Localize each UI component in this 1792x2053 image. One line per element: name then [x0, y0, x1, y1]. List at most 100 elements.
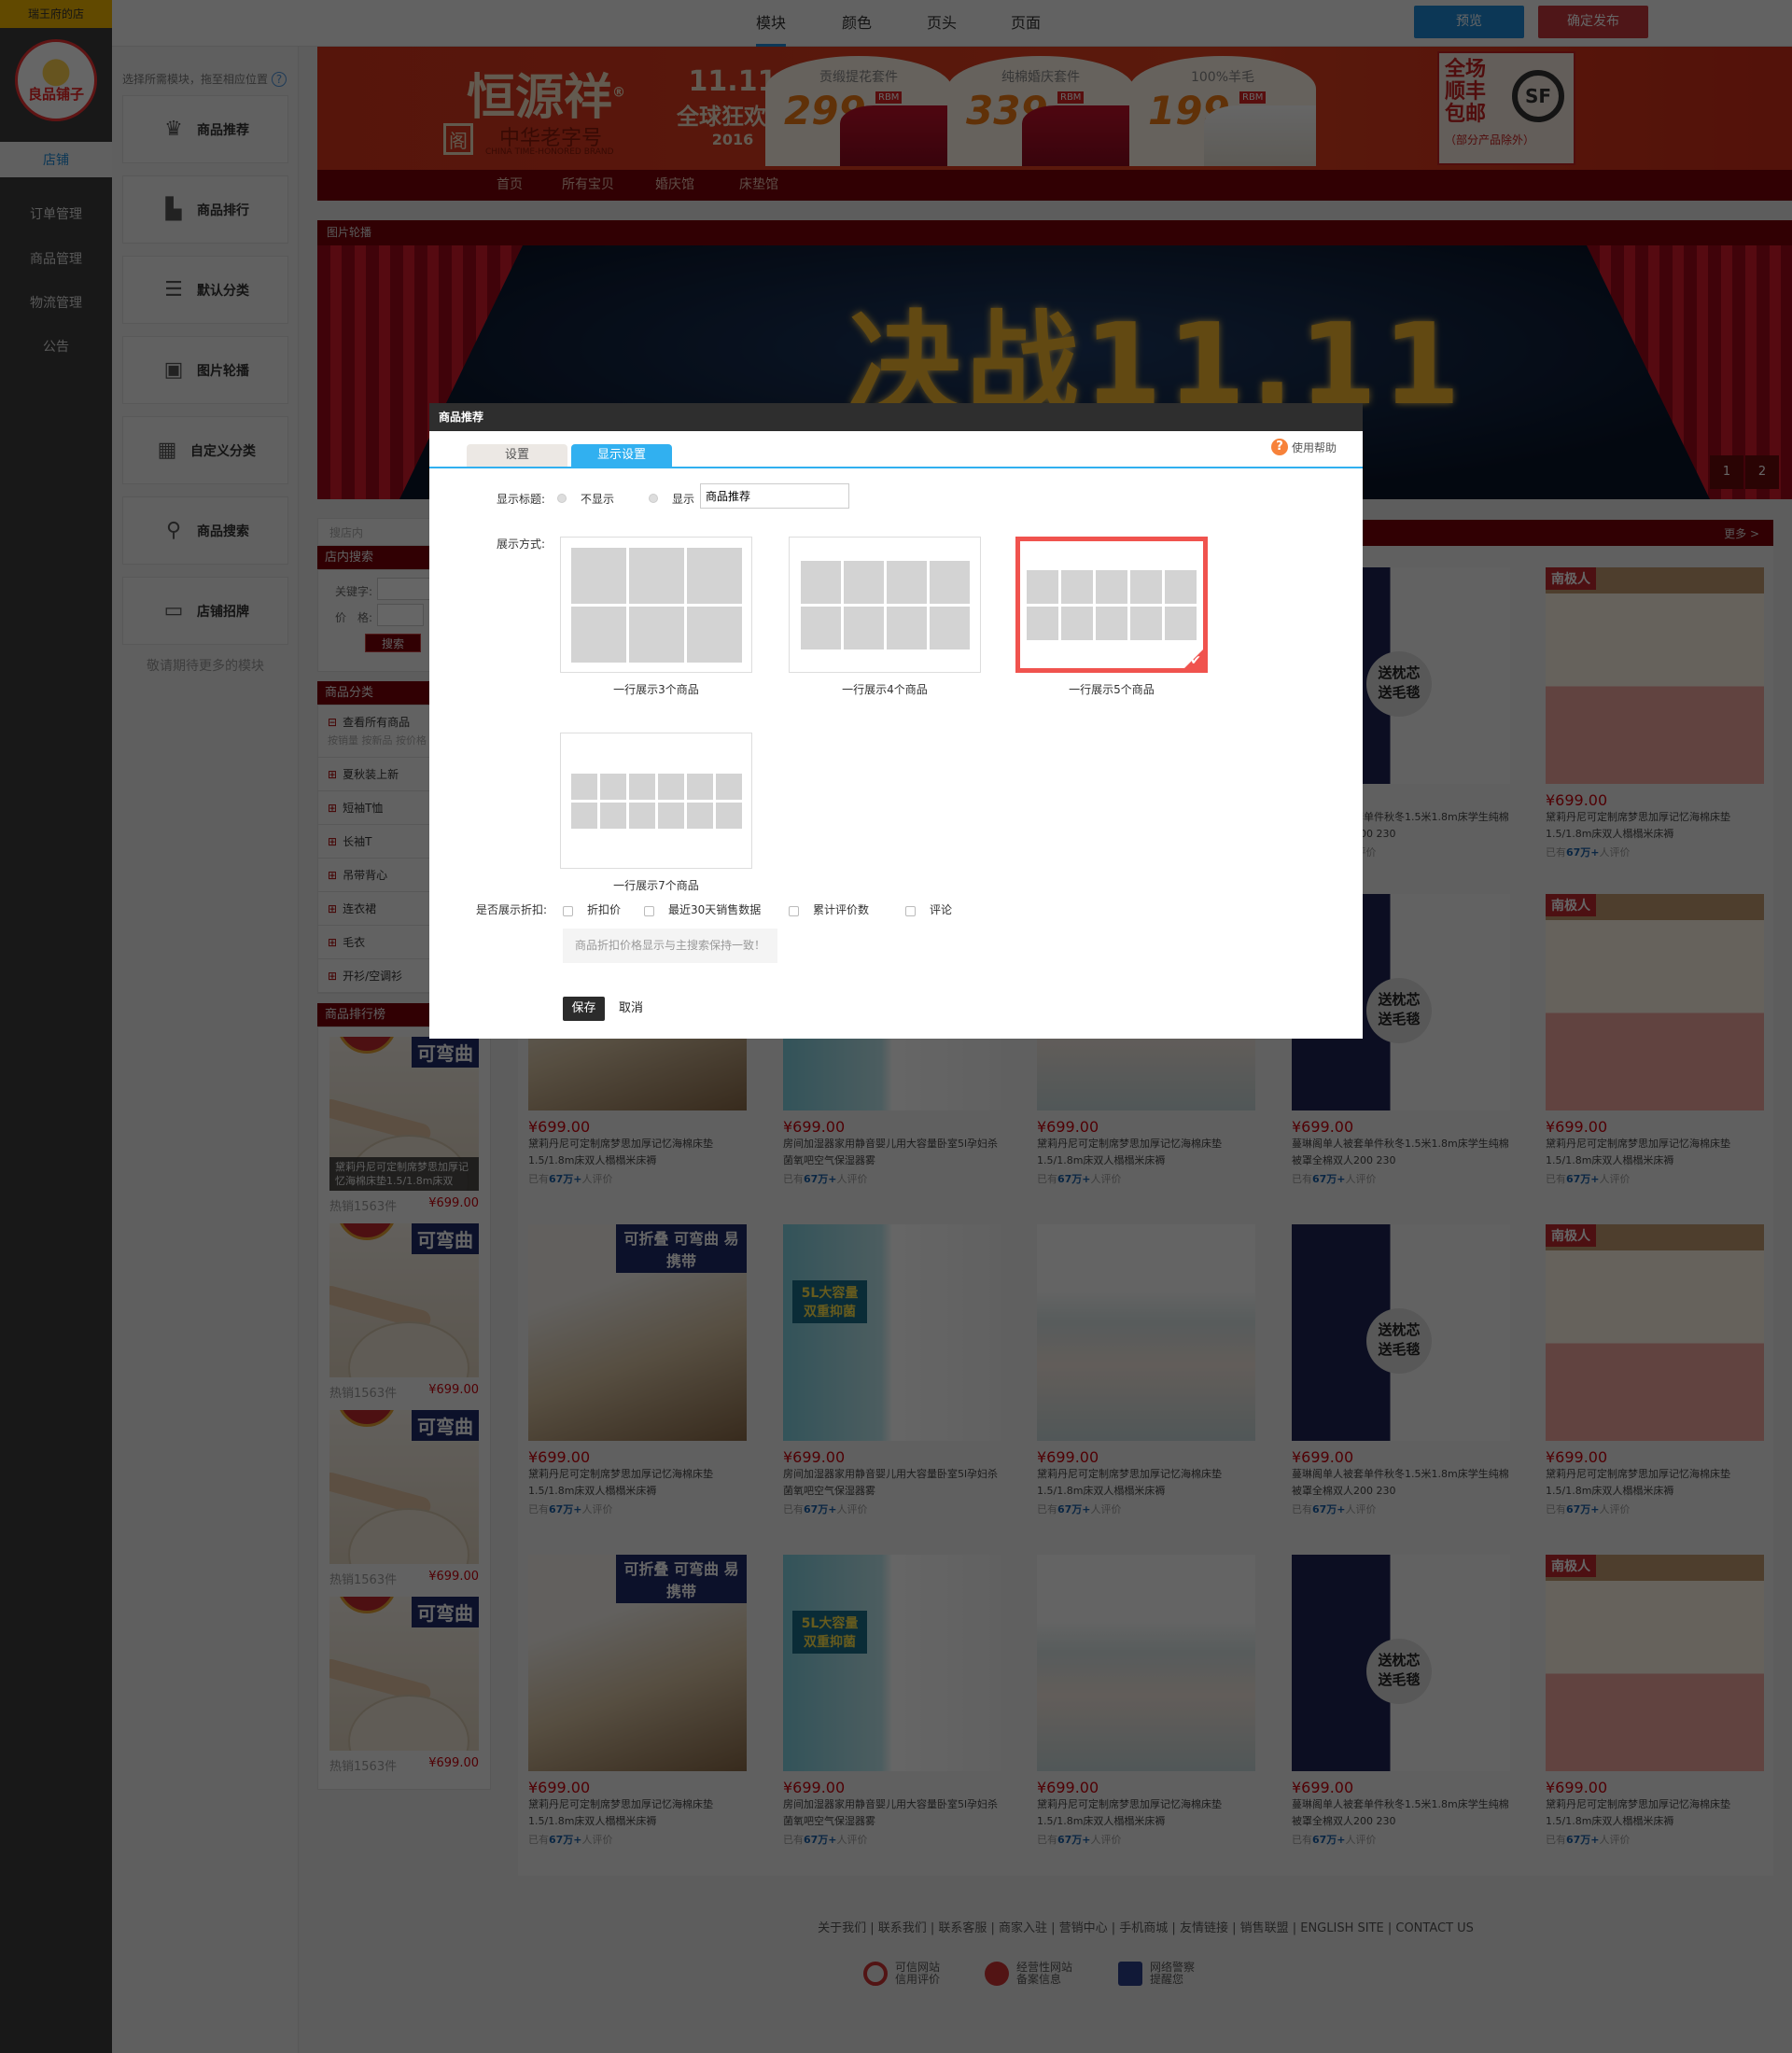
product-card[interactable]: ¥699.00黛莉丹尼可定制席梦思加厚记忆海棉床垫1.5/1.8m床双人榻榻米床… — [1037, 1555, 1255, 1847]
help-link[interactable]: ? 使用帮助 — [1270, 439, 1337, 455]
product-name[interactable]: 黛莉丹尼可定制席梦思加厚记忆海棉床垫1.5/1.8m床双人榻榻米床褥 — [1546, 1796, 1764, 1830]
promo-card[interactable]: 贡缎提花套件 299 RBM — [765, 56, 952, 166]
product-name[interactable]: 房间加湿器家用静音婴儿用大容量卧室5l孕妇杀菌氧吧空气保湿器雾 — [783, 1466, 1001, 1500]
carousel-page-2[interactable]: 2 — [1745, 455, 1779, 489]
save-button[interactable]: 保存 — [563, 997, 605, 1021]
tab-settings[interactable]: 设置 — [467, 444, 567, 467]
icp-badge[interactable]: 经营性网站 备案信息 — [985, 1957, 1072, 1990]
seal-icon — [337, 1037, 397, 1054]
product-card[interactable]: 可折叠 可弯曲 易携带 ¥699.00黛莉丹尼可定制席梦思加厚记忆海棉床垫1.5/… — [528, 1555, 747, 1847]
product-name[interactable]: 蔓琳阁单人被套单件秋冬1.5米1.8m床学生纯棉被罩全棉双人200 230 — [1292, 1796, 1510, 1830]
radio-hide-title[interactable] — [557, 494, 567, 503]
product-card[interactable]: 南极人 ¥699.00 黛莉丹尼可定制席梦思加厚记忆海棉床垫1.5/1.8m床双人榻… — [1546, 894, 1764, 1186]
layout-cell — [843, 606, 884, 649]
product-image[interactable]: 5L大容量 双重抑菌 — [783, 1555, 1001, 1771]
product-image[interactable]: 可折叠 可弯曲 易携带 — [528, 1555, 747, 1771]
search-button[interactable]: 搜索 — [365, 634, 421, 652]
product-card[interactable]: 南极人 ¥699.00 黛莉丹尼可定制席梦思加厚记忆海棉床垫1.5/1.8m床双人榻… — [1546, 1224, 1764, 1516]
nav-all-items[interactable]: 所有宝贝 — [562, 170, 614, 201]
sidebar-item-notice[interactable]: 公告 — [0, 328, 112, 366]
price-min-input[interactable] — [377, 604, 424, 626]
product-name[interactable]: 黛莉丹尼可定制席梦思加厚记忆海棉床垫1.5/1.8m床双人榻榻米床褥 — [1546, 1136, 1764, 1169]
nav-home[interactable]: 首页 — [497, 170, 523, 201]
product-name[interactable]: 黛莉丹尼可定制席梦思加厚记忆海棉床垫1.5/1.8m床双人榻榻米床褥 — [1037, 1466, 1255, 1500]
tab-page[interactable]: 页面 — [1011, 0, 1041, 47]
footer-links[interactable]: 关于我们 | 联系我们 | 联系客服 | 商家入驻 | 营销中心 | 手机商城 … — [518, 1918, 1773, 1935]
store-name: 瑞王府的店 — [0, 0, 112, 28]
checkbox-2[interactable] — [789, 906, 799, 916]
publish-button[interactable]: 确定发布 — [1538, 6, 1648, 38]
product-card[interactable]: 送枕芯 送毛毯 ¥699.00蔓琳阁单人被套单件秋冬1.5米1.8m床学生纯棉被罩… — [1292, 1224, 1510, 1516]
title-input[interactable] — [700, 483, 849, 509]
product-name[interactable]: 蔓琳阁单人被套单件秋冬1.5米1.8m床学生纯棉被罩全棉双人200 230 — [1292, 1136, 1510, 1169]
product-image[interactable]: 南极人 — [1546, 1224, 1764, 1441]
promo-card[interactable]: 纯棉婚庆套件 339 RBM — [947, 56, 1134, 166]
product-card[interactable]: 南极人 ¥699.00 黛莉丹尼可定制席梦思加厚记忆海棉床垫1.5/1.8m床双人榻… — [1546, 567, 1764, 859]
layout-option-5[interactable]: ✔ — [1015, 537, 1208, 673]
tab-modules[interactable]: 模块 — [756, 0, 787, 47]
product-image[interactable]: 南极人 — [1546, 894, 1764, 1110]
product-image[interactable] — [1037, 1555, 1255, 1771]
product-name[interactable]: 黛莉丹尼可定制席梦思加厚记忆海棉床垫1.5/1.8m床双人榻榻米床褥 — [528, 1796, 747, 1830]
product-name[interactable]: 黛莉丹尼可定制席梦思加厚记忆海棉床垫1.5/1.8m床双人榻榻米床褥 — [1037, 1136, 1255, 1169]
preview-button[interactable]: 预览 — [1414, 6, 1524, 38]
checkbox-3[interactable] — [905, 906, 916, 916]
cancel-button[interactable]: 取消 — [619, 997, 643, 1021]
product-name[interactable]: 黛莉丹尼可定制席梦思加厚记忆海棉床垫1.5/1.8m床双人榻榻米床褥 — [1546, 809, 1764, 843]
product-card[interactable]: 可折叠 可弯曲 易携带 ¥699.00黛莉丹尼可定制席梦思加厚记忆海棉床垫1.5/… — [528, 1224, 747, 1516]
product-name[interactable]: 房间加湿器家用静音婴儿用大容量卧室5l孕妇杀菌氧吧空气保湿器雾 — [783, 1136, 1001, 1169]
ranking-item[interactable]: 可弯曲 黛莉丹尼可定制席梦思加厚记忆海棉床垫1.5/1.8m床双 热销1563件 ¥6… — [329, 1037, 479, 1214]
more-link[interactable]: 更多 > — [1724, 525, 1759, 541]
product-image[interactable] — [1037, 1224, 1255, 1441]
product-image[interactable]: 南极人 — [1546, 1555, 1764, 1771]
module-label: 图片轮播 — [197, 363, 249, 379]
module-grid[interactable]: ▦ 自定义分类 — [122, 416, 288, 484]
product-card[interactable]: 5L大容量 双重抑菌 ¥699.00房间加湿器家用静音婴儿用大容量卧室5l孕妇杀菌… — [783, 1555, 1001, 1847]
product-name[interactable]: 黛莉丹尼可定制席梦思加厚记忆海棉床垫1.5/1.8m床双人榻榻米床褥 — [528, 1466, 747, 1500]
trusted-site-badge[interactable]: 可信网站 信用评价 — [863, 1957, 940, 1990]
product-image[interactable]: 送枕芯 送毛毯 — [1292, 1224, 1510, 1441]
question-circle-icon[interactable]: ? — [271, 72, 287, 87]
sidebar-item-shop[interactable]: 店铺 — [0, 142, 112, 177]
module-image[interactable]: ▣ 图片轮播 — [122, 336, 288, 404]
layout-option-3[interactable] — [560, 537, 752, 673]
nav-wedding[interactable]: 婚庆馆 — [655, 170, 694, 201]
promo-unit: RBM — [1239, 91, 1267, 104]
checkbox-1[interactable] — [644, 906, 654, 916]
promo-card[interactable]: 100%羊毛 199 RBM — [1129, 56, 1316, 166]
layout-option-6[interactable] — [560, 733, 752, 869]
ranking-item[interactable]: 可弯曲 热销1563件 ¥699.00 — [329, 1223, 479, 1401]
ranking-item[interactable]: 可弯曲 热销1563件 ¥699.00 — [329, 1597, 479, 1774]
tab-header[interactable]: 页头 — [927, 0, 957, 47]
product-image[interactable]: 南极人 — [1546, 567, 1764, 784]
ranking-item[interactable]: 可弯曲 热销1563件 ¥699.00 — [329, 1410, 479, 1587]
product-name[interactable]: 房间加湿器家用静音婴儿用大容量卧室5l孕妇杀菌氧吧空气保湿器雾 — [783, 1796, 1001, 1830]
tab-colors[interactable]: 颜色 — [842, 0, 872, 47]
tab-display-settings[interactable]: 显示设置 — [571, 444, 672, 467]
module-signboard[interactable]: ▭ 店铺招牌 — [122, 577, 288, 645]
nav-mattress[interactable]: 床垫馆 — [739, 170, 778, 201]
layout-option-4[interactable] — [789, 537, 981, 673]
module-ranking[interactable]: ▙ 商品排行 — [122, 175, 288, 244]
radio-show-title[interactable] — [649, 494, 658, 503]
checkbox-0[interactable] — [563, 906, 573, 916]
product-card[interactable]: 送枕芯 送毛毯 ¥699.00蔓琳阁单人被套单件秋冬1.5米1.8m床学生纯棉被罩… — [1292, 1555, 1510, 1847]
sidebar-item-logistics[interactable]: 物流管理 — [0, 285, 112, 322]
module-list[interactable]: ☰ 默认分类 — [122, 256, 288, 324]
product-name[interactable]: 黛莉丹尼可定制席梦思加厚记忆海棉床垫1.5/1.8m床双人榻榻米床褥 — [1546, 1466, 1764, 1500]
police-badge[interactable]: 网络警察 提醒您 — [1118, 1957, 1195, 1990]
sidebar-item-orders[interactable]: 订单管理 — [0, 196, 112, 233]
product-image[interactable]: 可折叠 可弯曲 易携带 — [528, 1224, 747, 1441]
product-card[interactable]: 南极人 ¥699.00 黛莉丹尼可定制席梦思加厚记忆海棉床垫1.5/1.8m床双人榻… — [1546, 1555, 1764, 1847]
product-card[interactable]: 5L大容量 双重抑菌 ¥699.00房间加湿器家用静音婴儿用大容量卧室5l孕妇杀菌… — [783, 1224, 1001, 1516]
product-name[interactable]: 黛莉丹尼可定制席梦思加厚记忆海棉床垫1.5/1.8m床双人榻榻米床褥 — [1037, 1796, 1255, 1830]
product-name[interactable]: 黛莉丹尼可定制席梦思加厚记忆海棉床垫1.5/1.8m床双人榻榻米床褥 — [528, 1136, 747, 1169]
product-image[interactable]: 送枕芯 送毛毯 — [1292, 1555, 1510, 1771]
product-card[interactable]: ¥699.00黛莉丹尼可定制席梦思加厚记忆海棉床垫1.5/1.8m床双人榻榻米床… — [1037, 1224, 1255, 1516]
product-name[interactable]: 蔓琳阁单人被套单件秋冬1.5米1.8m床学生纯棉被罩全棉双人200 230 — [1292, 1466, 1510, 1500]
sidebar-item-products[interactable]: 商品管理 — [0, 241, 112, 278]
module-search[interactable]: ⚲ 商品搜索 — [122, 496, 288, 565]
carousel-page-1[interactable]: 1 — [1710, 455, 1743, 489]
product-image[interactable]: 5L大容量 双重抑菌 — [783, 1224, 1001, 1441]
module-crown[interactable]: ♛ 商品推荐 — [122, 95, 288, 163]
